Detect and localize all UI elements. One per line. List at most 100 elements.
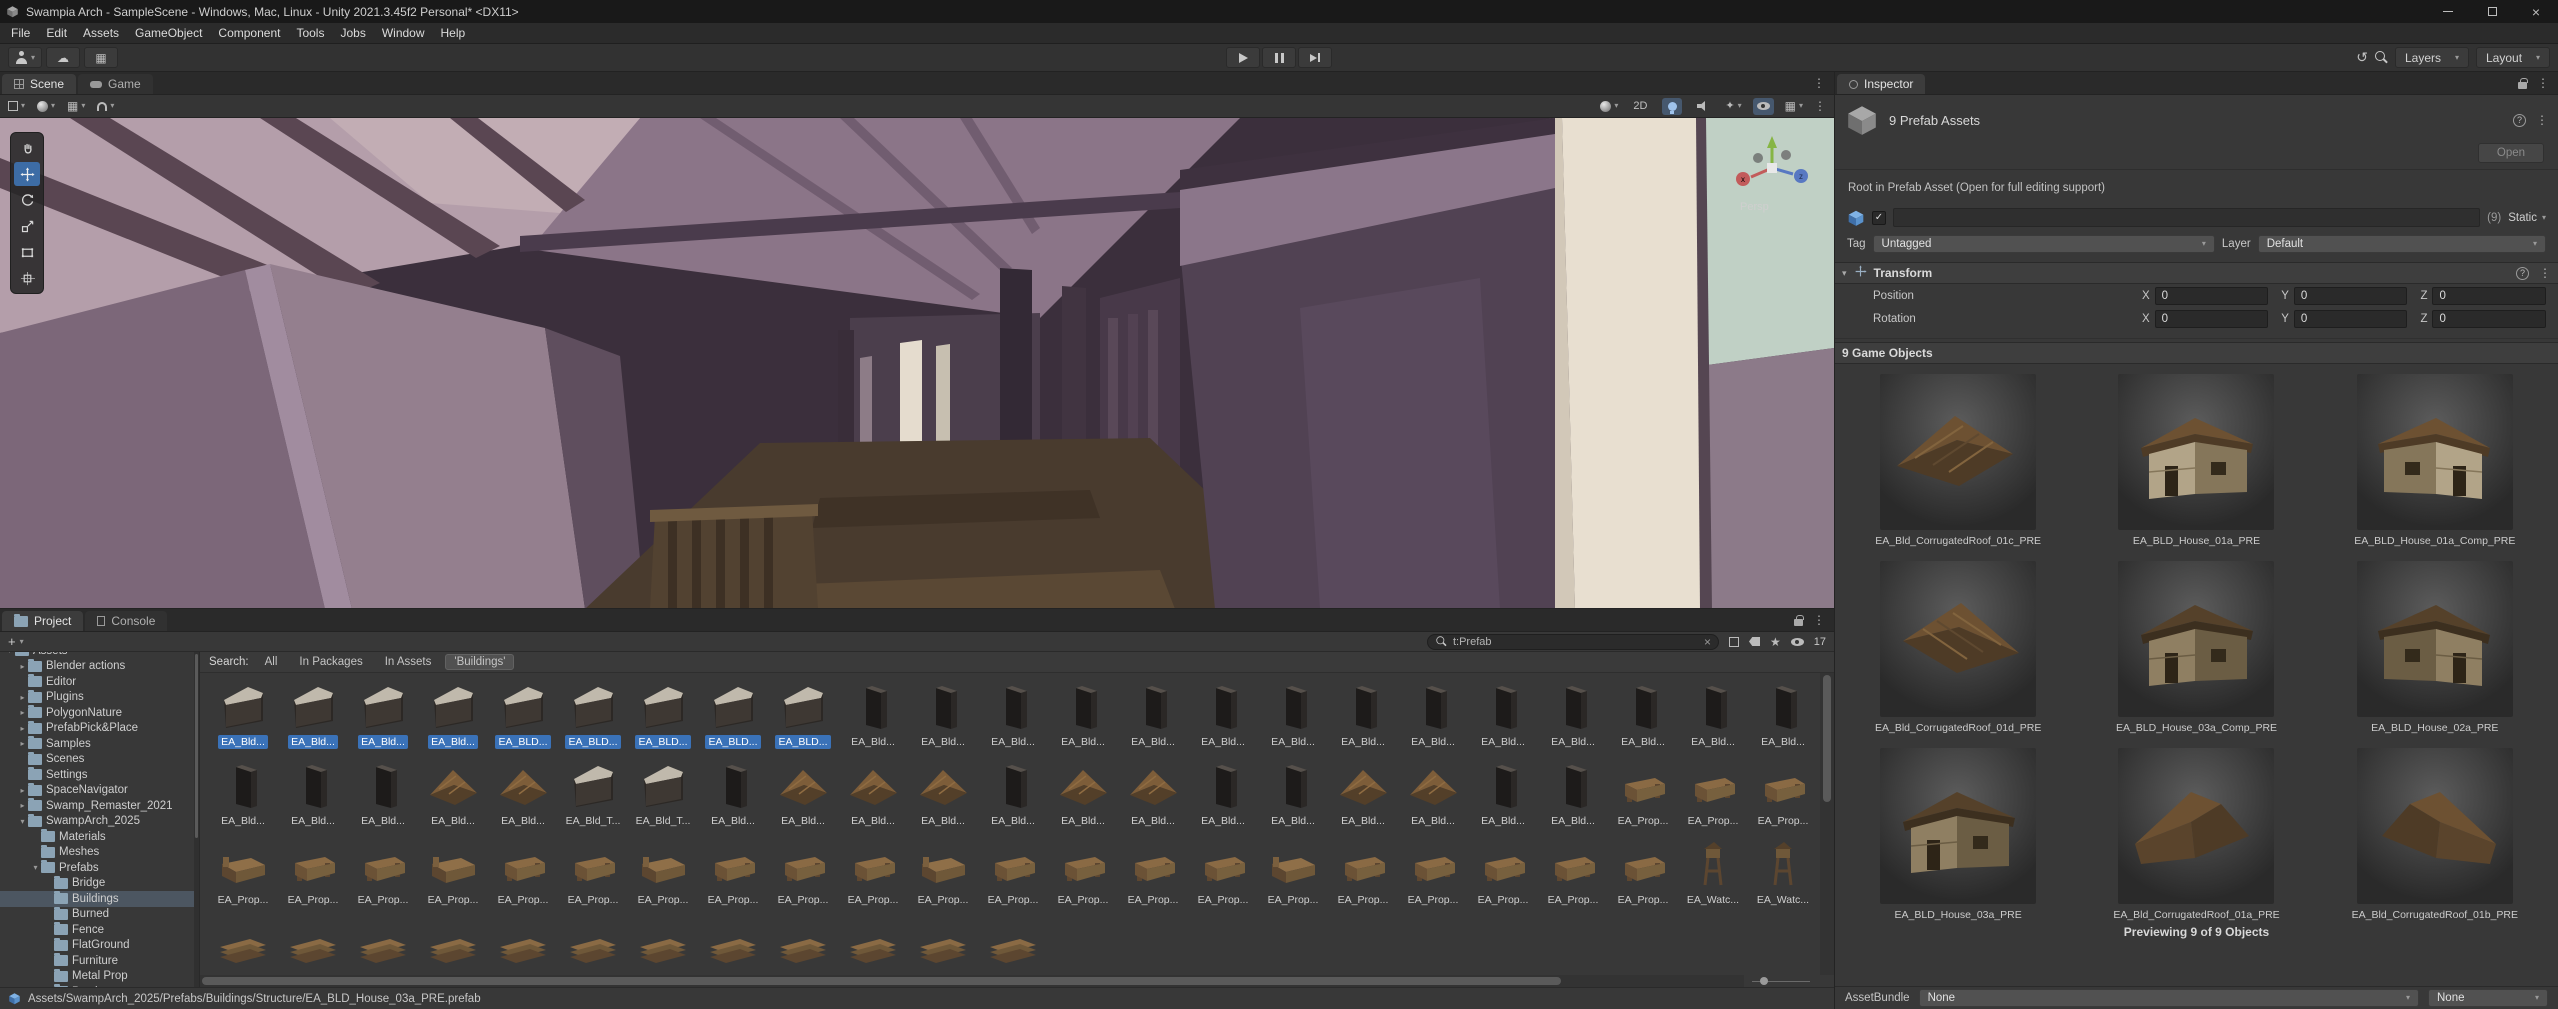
folder-arrow-icon[interactable]: ▸ [17,708,28,717]
cloud-services-button[interactable]: ☁ [46,47,81,68]
lock-icon[interactable] [1794,614,1804,626]
static-dropdown[interactable]: Static ▾ [2508,212,2546,224]
view-tool-button[interactable] [14,136,40,160]
asset-item[interactable]: EA_Bld... [418,758,488,828]
asset-item[interactable] [208,916,278,972]
audio-toggle[interactable] [1693,98,1714,115]
folder-arrow-icon[interactable]: ▸ [17,724,28,733]
project-search-field[interactable]: t:Prefab × [1426,633,1719,650]
asset-item[interactable] [768,916,838,972]
grid-vscrollbar[interactable] [1820,673,1834,975]
asset-item[interactable]: EA_Bld... [978,758,1048,828]
thumbnail-zoom-slider[interactable] [1752,977,1810,985]
asset-item[interactable]: EA_Bld... [1118,758,1188,828]
search-by-label-icon[interactable] [1748,637,1760,646]
tab-project[interactable]: Project [2,611,84,631]
asset-item[interactable]: EA_Prop... [698,837,768,907]
asset-item[interactable]: EA_Bld... [488,758,558,828]
asset-item[interactable]: EA_Bld... [698,758,768,828]
folder-meshes[interactable]: Meshes [0,844,199,861]
tab-game[interactable]: Game [78,74,153,94]
asset-item[interactable]: EA_Bld... [1468,679,1538,749]
asset-item[interactable]: EA_Prop... [1468,837,1538,907]
folder-settings[interactable]: Settings [0,767,199,783]
asset-item[interactable]: EA_Bld... [278,758,348,828]
asset-item[interactable]: EA_Bld... [1398,758,1468,828]
assetbundle-dropdown[interactable]: None ▾ [1918,989,2419,1007]
folder-prefabpick-place[interactable]: ▸ PrefabPick&Place [0,720,199,737]
asset-item[interactable]: EA_Bld... [1538,679,1608,749]
folder-polygonnature[interactable]: ▸ PolygonNature [0,705,199,721]
grid-hscrollbar[interactable] [200,975,1744,987]
folder-plugins[interactable]: ▸ Plugins [0,689,199,706]
asset-item[interactable]: EA_BLD... [768,679,838,749]
pause-button[interactable] [1262,47,1296,68]
folder-arrow-icon[interactable]: ▾ [17,817,28,826]
asset-item[interactable]: EA_Bld... [1258,758,1328,828]
scene-viewport[interactable]: x z Persp [0,118,1834,609]
asset-item[interactable]: EA_Prop... [768,837,838,907]
asset-item[interactable]: EA_Bld_T... [628,758,698,828]
scope-all[interactable]: All [257,655,286,669]
folder-flatground[interactable]: FlatGround [0,937,199,954]
asset-item[interactable]: EA_BLD... [488,679,558,749]
asset-item[interactable]: EA_Bld... [1258,679,1328,749]
asset-item[interactable] [838,916,908,972]
asset-item[interactable] [698,916,768,972]
asset-item[interactable]: EA_Prop... [1398,837,1468,907]
tag-dropdown[interactable]: Untagged ▾ [1872,235,2215,253]
folder-blender-actions[interactable]: ▸ Blender actions [0,658,199,675]
asset-item[interactable]: EA_Prop... [558,837,628,907]
asset-item[interactable]: EA_Prop... [1258,837,1328,907]
foldout-icon[interactable]: ▾ [1842,268,1847,279]
asset-item[interactable]: EA_Bld... [1608,679,1678,749]
asset-item[interactable]: EA_Bld... [978,679,1048,749]
folder-swamp-remaster-2021[interactable]: ▸ Swamp_Remaster_2021 [0,798,199,814]
inspector-lock-icon[interactable] [2518,77,2528,89]
rect-tool-button[interactable] [14,240,40,264]
open-prefab-button[interactable]: Open [2478,143,2544,163]
folder-samples[interactable]: ▸ Samples [0,736,199,752]
tree-scrollbar[interactable] [194,652,199,987]
asset-item[interactable]: EA_Prop... [908,837,978,907]
gizmos-dropdown[interactable]: ▦ ▾ [1785,100,1803,112]
transform-menu-icon[interactable]: ⋮ [2539,267,2551,279]
menu-component[interactable]: Component [210,23,288,43]
menu-help[interactable]: Help [433,23,474,43]
create-asset-button[interactable]: + ▾ [8,634,24,649]
asset-item[interactable]: EA_Bld... [908,679,978,749]
scale-tool-button[interactable] [14,214,40,238]
folder-arrow-icon[interactable]: ▾ [4,652,15,655]
transform-component-header[interactable]: ▾ Transform ? ⋮ [1835,262,2558,284]
asset-item[interactable]: EA_BLD... [698,679,768,749]
step-button[interactable] [1298,47,1332,68]
asset-item[interactable]: EA_Prop... [1538,837,1608,907]
plastic-scm-button[interactable]: ▦ [84,47,119,68]
folder-patch[interactable]: Patch [0,984,199,987]
menu-file[interactable]: File [3,23,38,43]
asset-item[interactable]: EA_Prop... [348,837,418,907]
asset-item[interactable]: EA_Bld... [1188,758,1258,828]
asset-item[interactable]: EA_Prop... [488,837,558,907]
asset-item[interactable] [488,916,558,972]
tab-console[interactable]: Console [85,611,168,631]
folder-prefabs[interactable]: ▾ Prefabs [0,860,199,876]
folder-arrow-icon[interactable]: ▸ [17,662,28,671]
tab-scene[interactable]: Scene [2,74,77,94]
asset-item[interactable]: EA_Bld... [1048,758,1118,828]
asset-item[interactable]: EA_Bld... [1328,758,1398,828]
folder-burned[interactable]: Burned [0,906,199,923]
close-button[interactable]: × [2514,0,2558,23]
asset-item[interactable]: EA_Bld... [1678,679,1748,749]
asset-item[interactable]: EA_Prop... [1188,837,1258,907]
asset-item[interactable]: EA_Bld... [838,679,908,749]
asset-item[interactable]: EA_Prop... [1328,837,1398,907]
rotation-z-field[interactable]: 0 [2432,309,2547,328]
asset-item[interactable]: EA_Bld... [1328,679,1398,749]
play-button[interactable] [1226,47,1260,68]
asset-item[interactable]: EA_Bld... [348,758,418,828]
active-checkbox[interactable]: ✓ [1872,210,1886,225]
position-x-field[interactable]: 0 [2154,286,2269,305]
asset-item[interactable]: EA_Prop... [1678,758,1748,828]
folder-furniture[interactable]: Furniture [0,953,199,969]
